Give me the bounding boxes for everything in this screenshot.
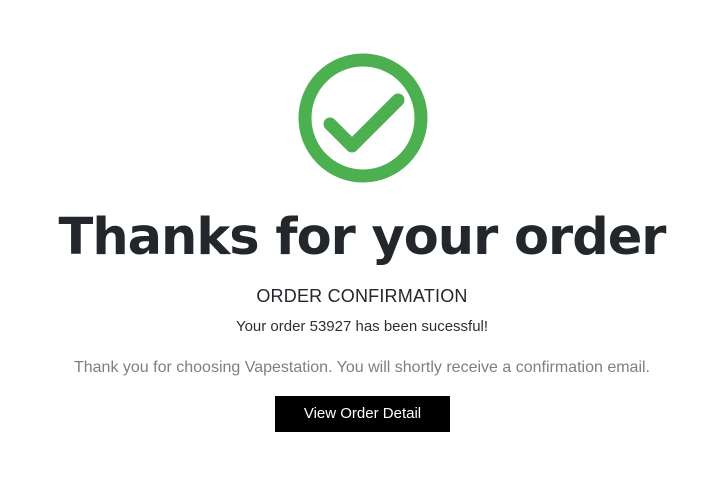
order-confirmation-page: Thanks for your order ORDER CONFIRMATION… xyxy=(0,0,724,477)
order-success-message: Your order 53927 has been sucessful! xyxy=(235,318,489,335)
confirmation-email-notice: Thank you for choosing Vapestation. You … xyxy=(73,359,650,376)
page-title: Thanks for your order xyxy=(58,208,667,267)
order-confirmation-heading: ORDER CONFIRMATION xyxy=(256,286,468,306)
check-circle-icon xyxy=(297,52,429,184)
view-order-detail-button[interactable]: View Order Detail xyxy=(275,396,450,432)
